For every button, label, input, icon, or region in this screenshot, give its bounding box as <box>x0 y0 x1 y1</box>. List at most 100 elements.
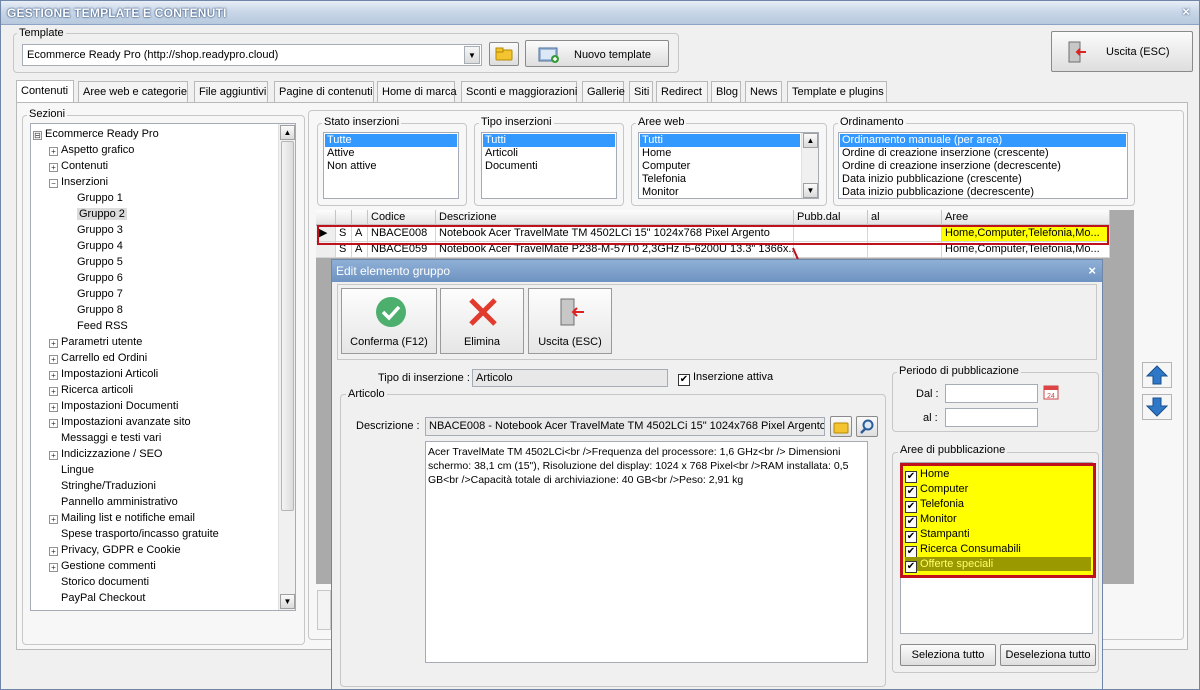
collapse-icon[interactable]: ⊟ <box>33 131 42 140</box>
expand-icon[interactable]: + <box>49 163 58 172</box>
body-text-area[interactable]: Acer TravelMate TM 4502LCi<br />Frequenz… <box>425 441 868 663</box>
inserzione-attiva-checkbox[interactable]: ✔ Inserzione attiva <box>678 371 773 386</box>
checkbox-icon[interactable]: ✔ <box>905 561 917 573</box>
scroll-thumb[interactable] <box>281 141 294 511</box>
dialog-exit-button[interactable]: Uscita (ESC) <box>528 288 612 354</box>
tree-item[interactable]: − Inserzioni <box>49 174 108 190</box>
expand-icon[interactable]: + <box>49 355 58 364</box>
tab-siti[interactable]: Siti <box>629 81 653 102</box>
tipo-item[interactable]: Tutti <box>483 134 615 147</box>
delete-button[interactable]: Elimina <box>440 288 524 354</box>
area-checkbox-item[interactable]: ✔ Offerte speciali <box>905 557 1091 573</box>
expand-icon[interactable]: + <box>49 563 58 572</box>
area-checkbox-item[interactable]: ✔ Telefonia <box>905 497 964 513</box>
tab-redirect[interactable]: Redirect <box>656 81 708 102</box>
tree-item[interactable]: Stringhe/Traduzioni <box>49 478 156 494</box>
sections-tree[interactable]: ⊟ Ecommerce Ready Pro + Aspetto grafico + Con… <box>30 123 296 611</box>
dal-input[interactable] <box>945 384 1038 403</box>
tree-item[interactable]: PayPal Checkout <box>49 590 145 606</box>
aree-item[interactable]: Tutti <box>640 134 800 147</box>
grid-header-codice[interactable]: Codice <box>368 210 436 225</box>
tree-item[interactable]: + Mailing list e notifiche email <box>49 510 195 526</box>
tree-item[interactable]: Pannello amministrativo <box>49 494 178 510</box>
chevron-down-icon[interactable]: ▼ <box>464 46 480 64</box>
tab-news[interactable]: News <box>745 81 782 102</box>
grid-header-al[interactable]: al <box>868 210 942 225</box>
tree-item[interactable]: + Impostazioni Articoli <box>49 366 158 382</box>
tree-item[interactable]: + Impostazioni Documenti <box>49 398 178 414</box>
expand-icon[interactable]: + <box>49 371 58 380</box>
tree-item[interactable]: + Impostazioni avanzate sito <box>49 414 191 430</box>
tree-item[interactable]: Gruppo 5 <box>65 254 123 270</box>
tab-template-plugins[interactable]: Template e plugins <box>787 81 887 102</box>
tree-item[interactable]: Storico documenti <box>49 574 149 590</box>
close-icon[interactable]: × <box>1179 5 1193 19</box>
tree-item[interactable]: Spese trasporto/incasso gratuite <box>49 526 219 542</box>
scroll-down-icon[interactable]: ▼ <box>803 183 818 198</box>
expand-icon[interactable]: + <box>49 387 58 396</box>
ord-item[interactable]: Ordine di creazione inserzione (decresce… <box>840 160 1126 173</box>
tree-item[interactable]: Feed RSS <box>65 318 128 334</box>
scroll-up-icon[interactable]: ▲ <box>803 133 818 148</box>
tab-aree-web[interactable]: Aree web e categorie <box>78 81 188 102</box>
expand-icon[interactable]: + <box>49 547 58 556</box>
partial-button[interactable] <box>317 590 331 630</box>
tab-contenuti[interactable]: Contenuti <box>16 80 74 103</box>
confirm-button[interactable]: Conferma (F12) <box>341 288 437 354</box>
exit-button[interactable]: Uscita (ESC) <box>1051 31 1193 72</box>
dialog-close-icon[interactable]: × <box>1088 263 1096 278</box>
stato-item[interactable]: Non attive <box>325 160 457 173</box>
ord-item[interactable]: Data inizio pubblicazione (crescente) <box>840 173 1126 186</box>
area-checkbox-item[interactable]: ✔ Computer <box>905 482 968 498</box>
tree-item[interactable]: + Aspetto grafico <box>49 142 134 158</box>
move-down-button[interactable] <box>1142 394 1172 420</box>
area-checkbox-item[interactable]: ✔ Stampanti <box>905 527 970 543</box>
template-select[interactable]: Ecommerce Ready Pro (http://shop.readypr… <box>22 44 482 66</box>
tree-item[interactable]: + Indicizzazione / SEO <box>49 446 163 462</box>
aree-item[interactable]: Telefonia <box>640 173 817 186</box>
tab-file-aggiuntivi[interactable]: File aggiuntivi <box>194 81 268 102</box>
open-template-button[interactable] <box>489 42 519 66</box>
move-up-button[interactable] <box>1142 362 1172 388</box>
area-checkbox-item[interactable]: ✔ Ricerca Consumabili <box>905 542 1021 558</box>
checkbox-icon[interactable]: ✔ <box>678 374 690 386</box>
tree-item[interactable]: Gruppo 6 <box>65 270 123 286</box>
tipo-item[interactable]: Articoli <box>483 147 615 160</box>
expand-icon[interactable]: + <box>49 451 58 460</box>
tree-item[interactable]: + Privacy, GDPR e Cookie <box>49 542 181 558</box>
tab-gallerie[interactable]: Gallerie <box>582 81 625 102</box>
ord-item[interactable]: Data inizio pubblicazione (decrescente) <box>840 186 1126 198</box>
tree-item[interactable]: + Ricerca articoli <box>49 382 133 398</box>
grid-header-aree[interactable]: Aree <box>942 210 1110 225</box>
tree-item[interactable]: Messaggi e testi vari <box>49 430 161 446</box>
tipo-item[interactable]: Documenti <box>483 160 615 173</box>
tab-blog[interactable]: Blog <box>711 81 741 102</box>
ord-item[interactable]: Ordine di creazione inserzione (crescent… <box>840 147 1126 160</box>
aree-scrollbar[interactable]: ▲ ▼ <box>801 133 818 198</box>
tree-item[interactable]: Lingue <box>49 462 94 478</box>
tree-item[interactable]: Gruppo 3 <box>65 222 123 238</box>
calendar-icon[interactable]: 24 <box>1043 384 1059 400</box>
expand-icon[interactable]: + <box>49 147 58 156</box>
tree-item[interactable]: Gruppo 7 <box>65 286 123 302</box>
expand-icon[interactable]: + <box>49 515 58 524</box>
tree-scrollbar[interactable]: ▲ ▼ <box>278 124 295 610</box>
tab-home-marca[interactable]: Home di marca <box>377 81 457 102</box>
expand-icon[interactable]: + <box>49 419 58 428</box>
grid-header-descrizione[interactable]: Descrizione <box>436 210 794 225</box>
aree-item[interactable]: Home <box>640 147 817 160</box>
aree-item[interactable]: Computer <box>640 160 817 173</box>
tree-item[interactable]: + Gestione commenti <box>49 558 156 574</box>
search-button[interactable] <box>856 416 878 437</box>
aree-item[interactable]: Monitor <box>640 186 817 198</box>
deselect-all-button[interactable]: Deseleziona tutto <box>1000 644 1096 666</box>
collapse-icon[interactable]: − <box>49 179 58 188</box>
stato-item[interactable]: Tutte <box>325 134 457 147</box>
tree-item[interactable]: + Contenuti <box>49 158 108 174</box>
browse-button[interactable] <box>830 416 852 437</box>
new-template-button[interactable]: Nuovo template <box>525 40 669 67</box>
tipo-list[interactable]: Tutti Articoli Documenti <box>481 132 617 199</box>
tree-item[interactable]: + Parametri utente <box>49 334 142 350</box>
tree-item[interactable]: Gruppo 1 <box>65 190 123 206</box>
tab-sconti[interactable]: Sconti e maggiorazioni <box>461 81 577 102</box>
